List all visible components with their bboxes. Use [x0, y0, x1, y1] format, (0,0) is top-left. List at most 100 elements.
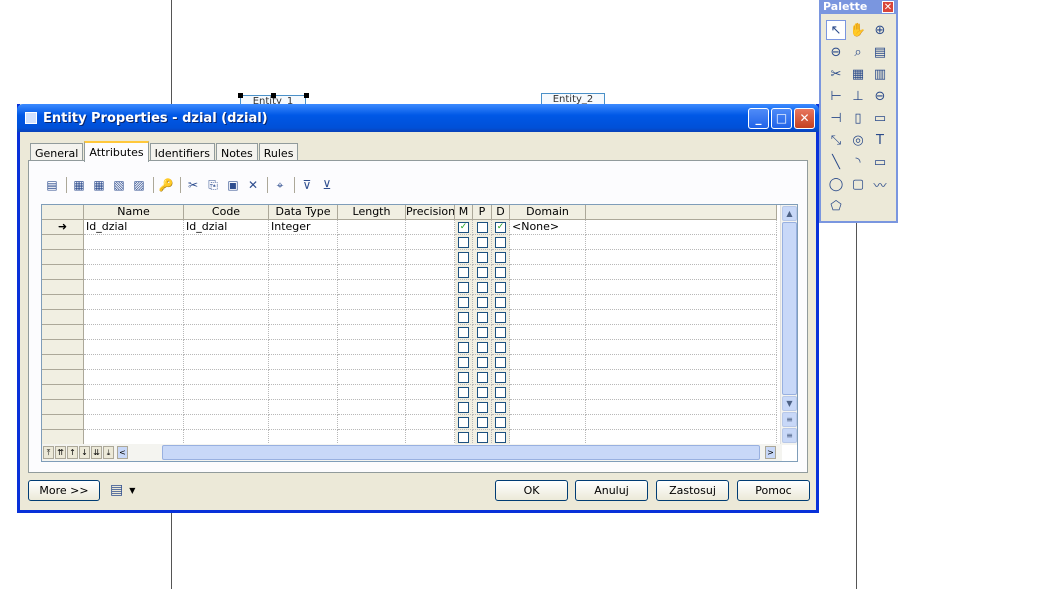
tab-attributes[interactable]: Attributes	[84, 141, 149, 162]
row-header[interactable]	[42, 310, 84, 325]
zoom-in-icon[interactable]: ⊕	[870, 20, 890, 40]
cut-icon[interactable]: ✂	[184, 176, 202, 194]
cell-filler[interactable]	[586, 295, 777, 310]
cell-filler[interactable]	[586, 415, 777, 430]
column-header-d[interactable]: D	[492, 205, 510, 220]
cell-length[interactable]	[338, 295, 406, 310]
tab-notes[interactable]: Notes	[215, 143, 258, 161]
cell-length[interactable]	[338, 415, 406, 430]
cell-precision[interactable]	[406, 340, 455, 355]
find-icon[interactable]: ⌖	[271, 176, 289, 194]
row-header[interactable]	[42, 295, 84, 310]
cell-d[interactable]	[492, 280, 510, 295]
row-header[interactable]	[42, 340, 84, 355]
polyline-icon[interactable]: 〰	[870, 174, 890, 194]
move-bottom-button[interactable]: ⤓	[103, 446, 114, 459]
cell-code[interactable]	[184, 265, 269, 280]
checkbox-d[interactable]	[495, 401, 506, 413]
cell-name[interactable]	[84, 235, 184, 250]
scroll-page-up-button[interactable]: ≡	[782, 412, 797, 427]
table-row[interactable]	[42, 400, 777, 415]
cell-precision[interactable]	[406, 370, 455, 385]
move-up-button[interactable]: ↑	[67, 446, 78, 459]
cell-p[interactable]	[473, 340, 492, 355]
cell-code[interactable]	[184, 310, 269, 325]
cell-filler[interactable]	[586, 385, 777, 400]
row-header[interactable]	[42, 385, 84, 400]
cell-domain[interactable]	[510, 265, 586, 280]
checkbox-p[interactable]	[476, 386, 488, 398]
cell-code[interactable]	[184, 400, 269, 415]
checkbox-p[interactable]	[476, 416, 488, 428]
column-header-code[interactable]: Code	[184, 205, 269, 220]
row-header[interactable]	[42, 280, 84, 295]
column-header-dtype[interactable]: Data Type	[269, 205, 338, 220]
cylinder-icon[interactable]: ◎	[848, 130, 868, 150]
cell-name[interactable]	[84, 370, 184, 385]
cell-code[interactable]	[184, 325, 269, 340]
pointer-icon[interactable]: ↖	[826, 20, 846, 40]
cell-domain[interactable]	[510, 310, 586, 325]
move-top-button[interactable]: ⤒	[43, 446, 54, 459]
checkbox-p[interactable]	[476, 296, 488, 308]
tab-rules[interactable]: Rules	[258, 143, 299, 161]
cell-domain[interactable]	[510, 295, 586, 310]
table-row[interactable]	[42, 310, 777, 325]
checkbox-d[interactable]	[495, 416, 506, 428]
cell-code[interactable]	[184, 385, 269, 400]
cell-p[interactable]	[473, 310, 492, 325]
cell-p[interactable]	[473, 280, 492, 295]
cell-d[interactable]	[492, 310, 510, 325]
cell-d[interactable]	[492, 265, 510, 280]
checkbox-m[interactable]	[458, 371, 469, 383]
rounded-rectangle-icon[interactable]: ▢	[848, 174, 868, 194]
cell-domain[interactable]	[510, 400, 586, 415]
cell-dtype[interactable]	[269, 265, 338, 280]
cell-domain[interactable]	[510, 235, 586, 250]
cell-dtype[interactable]	[269, 280, 338, 295]
scroll-page-down-button[interactable]: ≡	[782, 428, 797, 443]
cell-name[interactable]	[84, 385, 184, 400]
association-link-icon[interactable]: ⊣	[826, 108, 846, 128]
selection-handle[interactable]	[271, 93, 276, 98]
cell-domain[interactable]: <None>	[510, 220, 586, 235]
cell-domain[interactable]	[510, 280, 586, 295]
checkbox-d[interactable]	[495, 281, 506, 293]
cell-code[interactable]	[184, 250, 269, 265]
checkbox-d[interactable]	[495, 236, 506, 248]
row-header[interactable]	[42, 400, 84, 415]
dialog-titlebar[interactable]: Entity Properties - dzial (dzial) _ □ ✕	[17, 104, 819, 132]
cut-icon[interactable]: ✂	[826, 64, 846, 84]
cell-domain[interactable]	[510, 385, 586, 400]
cell-filler[interactable]	[586, 265, 777, 280]
cell-length[interactable]	[338, 310, 406, 325]
checkbox-m[interactable]	[458, 236, 469, 248]
cell-filler[interactable]	[586, 370, 777, 385]
cell-p[interactable]	[473, 370, 492, 385]
cell-m[interactable]	[455, 430, 473, 445]
cell-dtype[interactable]: Integer	[269, 220, 338, 235]
cell-dtype[interactable]	[269, 295, 338, 310]
row-header[interactable]: ➜	[42, 220, 84, 235]
cell-code[interactable]: Id_dzial	[184, 220, 269, 235]
cell-m[interactable]	[455, 280, 473, 295]
cell-length[interactable]	[338, 340, 406, 355]
checkbox-d[interactable]	[495, 326, 506, 338]
open-package-icon[interactable]: ⌕	[848, 42, 868, 62]
cell-name[interactable]	[84, 355, 184, 370]
line-icon[interactable]: ╲	[826, 152, 846, 172]
move-page-down-button[interactable]: ⇊	[91, 446, 102, 459]
cell-d[interactable]	[492, 385, 510, 400]
add-attributes-icon[interactable]: ▧	[110, 176, 128, 194]
checkbox-p[interactable]	[476, 326, 488, 338]
checkbox-m[interactable]	[458, 311, 469, 323]
cell-d[interactable]	[492, 250, 510, 265]
column-header-name[interactable]: Name	[84, 205, 184, 220]
cell-d[interactable]	[492, 400, 510, 415]
cell-d[interactable]	[492, 430, 510, 445]
association-icon[interactable]: ⊖	[870, 86, 890, 106]
checkbox-d[interactable]	[495, 356, 506, 368]
row-header[interactable]	[42, 415, 84, 430]
selection-handle[interactable]	[238, 93, 243, 98]
link-icon[interactable]: ⤡	[826, 130, 846, 150]
